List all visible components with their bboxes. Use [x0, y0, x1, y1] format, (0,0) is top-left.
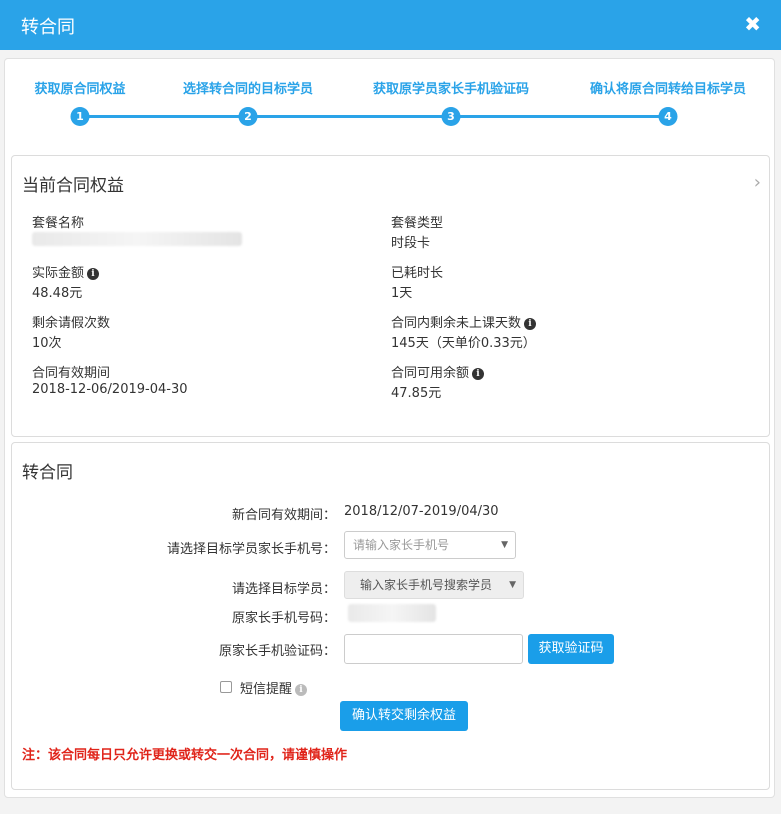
current-contract-panel: 当前合同权益 › 套餐名称 套餐类型 时段卡 实际金额 i 48.48元 已耗时长… — [11, 155, 770, 437]
orig-phone-redacted — [348, 604, 436, 622]
leave-label: 剩余请假次数 — [32, 316, 111, 331]
info-icon[interactable]: i — [295, 684, 308, 696]
step-dot-4: 4 — [658, 107, 678, 126]
package-name-label: 套餐名称 — [32, 216, 85, 231]
package-name-redacted — [32, 232, 242, 246]
sms-label: 短信提醒 i — [240, 678, 308, 697]
step-label-4: 确认将原合同转给目标学员 — [589, 82, 747, 97]
info-icon[interactable]: i — [472, 368, 485, 380]
step-label-3: 获取原学员家长手机验证码 — [372, 82, 530, 97]
caret-down-icon: ▼ — [509, 580, 516, 590]
step-line — [81, 115, 668, 118]
orig-phone-label: 原家长手机号码： — [231, 611, 336, 626]
balance-value: 47.85元 — [391, 386, 442, 401]
sms-checkbox[interactable] — [220, 681, 232, 693]
confirm-transfer-button[interactable]: 确认转交剩余权益 — [340, 701, 468, 731]
package-type-label: 套餐类型 — [391, 216, 444, 231]
balance-label: 合同可用余额 i — [391, 362, 485, 381]
modal-content: 获取原合同权益 选择转合同的目标学员 获取原学员家长手机验证码 确认将原合同转给… — [4, 58, 775, 798]
target-phone-label: 请选择目标学员家长手机号： — [166, 542, 336, 557]
info-icon[interactable]: i — [87, 268, 100, 280]
new-valid-label: 新合同有效期间： — [231, 508, 336, 523]
modal-title: 转合同 — [21, 17, 75, 38]
step-dot-3: 3 — [441, 107, 461, 126]
panel-title-current: 当前合同权益 — [22, 176, 124, 196]
step-progress: 获取原合同权益 选择转合同的目标学员 获取原学员家长手机验证码 确认将原合同转给… — [5, 59, 776, 151]
panel-title-transfer: 转合同 — [22, 463, 73, 483]
step-label-1: 获取原合同权益 — [34, 82, 126, 97]
step-label-2: 选择转合同的目标学员 — [182, 82, 314, 97]
remaining-days-label: 合同内剩余未上课天数 i — [391, 312, 537, 331]
target-student-select[interactable]: 输入家长手机号搜索学员 ▼ — [344, 571, 524, 599]
verification-code-input[interactable] — [344, 634, 523, 664]
warning-note: 注：该合同每日只允许更换或转交一次合同，请谨慎操作 — [22, 748, 348, 763]
caret-down-icon: ▼ — [501, 540, 508, 550]
code-label: 原家长手机验证码： — [218, 644, 336, 659]
valid-period-value: 2018-12-06/2019-04-30 — [32, 382, 188, 397]
close-icon[interactable]: ✖ — [744, 13, 761, 35]
get-code-button[interactable]: 获取验证码 — [528, 634, 614, 664]
target-phone-select[interactable]: 请输入家长手机号 ▼ — [344, 531, 516, 559]
step-dot-1: 1 — [70, 107, 90, 126]
leave-value: 10次 — [32, 336, 62, 351]
actual-amount-value: 48.48元 — [32, 286, 83, 301]
package-type-value: 时段卡 — [391, 236, 431, 251]
new-valid-value: 2018/12/07-2019/04/30 — [344, 504, 499, 519]
consumed-value: 1天 — [391, 286, 413, 301]
target-student-label: 请选择目标学员： — [231, 582, 336, 597]
actual-amount-label: 实际金额 i — [32, 262, 100, 281]
transfer-panel: 转合同 新合同有效期间： 2018/12/07-2019/04/30 请选择目标… — [11, 442, 770, 790]
valid-period-label: 合同有效期间 — [32, 366, 111, 381]
step-dot-2: 2 — [238, 107, 258, 126]
chevron-right-icon[interactable]: › — [754, 172, 761, 193]
modal-header: 转合同 ✖ — [0, 0, 781, 50]
info-icon[interactable]: i — [524, 318, 537, 330]
remaining-days-value: 145天（天单价0.33元） — [391, 336, 536, 351]
consumed-label: 已耗时长 — [391, 266, 444, 281]
